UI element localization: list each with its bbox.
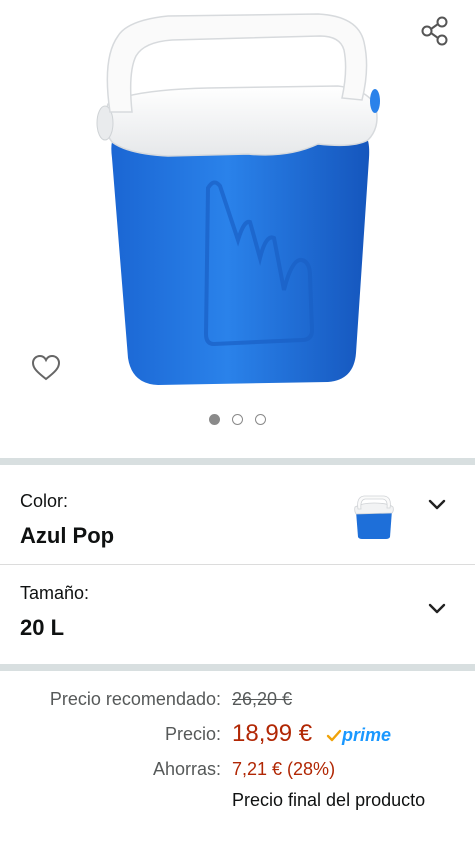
carousel-dot-3[interactable] <box>255 414 266 425</box>
carousel-dot-1[interactable] <box>209 414 220 425</box>
price-value: 18,99 € <box>232 720 313 747</box>
heart-outline-icon <box>31 354 61 381</box>
chevron-down-icon[interactable] <box>427 599 447 619</box>
price-row: Precio: 18,99 € prime <box>0 720 475 759</box>
color-label: Color: <box>20 491 69 511</box>
chevron-down-icon[interactable] <box>427 495 447 515</box>
carousel-dot-2[interactable] <box>232 414 243 425</box>
checkmark-icon <box>326 729 342 741</box>
savings-label: Ahorras: <box>152 759 221 779</box>
prime-badge[interactable]: prime <box>326 725 391 746</box>
share-icon <box>421 16 448 46</box>
cooler-box-image[interactable] <box>88 8 388 393</box>
recommended-price-value: 26,20 € <box>232 689 293 709</box>
size-value: 20 L <box>20 615 65 640</box>
size-label: Tamaño: <box>20 583 90 603</box>
color-value: Azul Pop <box>20 523 115 548</box>
section-divider <box>0 664 475 671</box>
recommended-price-label: Precio recomendado: <box>49 689 221 709</box>
price-label: Precio: <box>164 724 221 744</box>
recommended-price-row: Precio recomendado: 26,20 € <box>0 689 475 724</box>
final-price-note: Precio final del producto <box>232 790 426 810</box>
size-selector[interactable]: Tamaño: 20 L <box>0 565 475 664</box>
prime-label: prime <box>342 725 392 745</box>
color-selector[interactable]: Color: Azul Pop <box>0 465 475 564</box>
product-gallery <box>0 0 475 458</box>
share-button[interactable] <box>418 14 452 48</box>
section-divider <box>0 458 475 465</box>
wishlist-button[interactable] <box>28 350 64 386</box>
carousel-indicator <box>0 414 475 425</box>
savings-value: 7,21 € (28%) <box>232 759 336 779</box>
price-section: Precio recomendado: 26,20 € Precio: 18,9… <box>0 671 475 794</box>
cooler-thumbnail <box>354 495 394 539</box>
